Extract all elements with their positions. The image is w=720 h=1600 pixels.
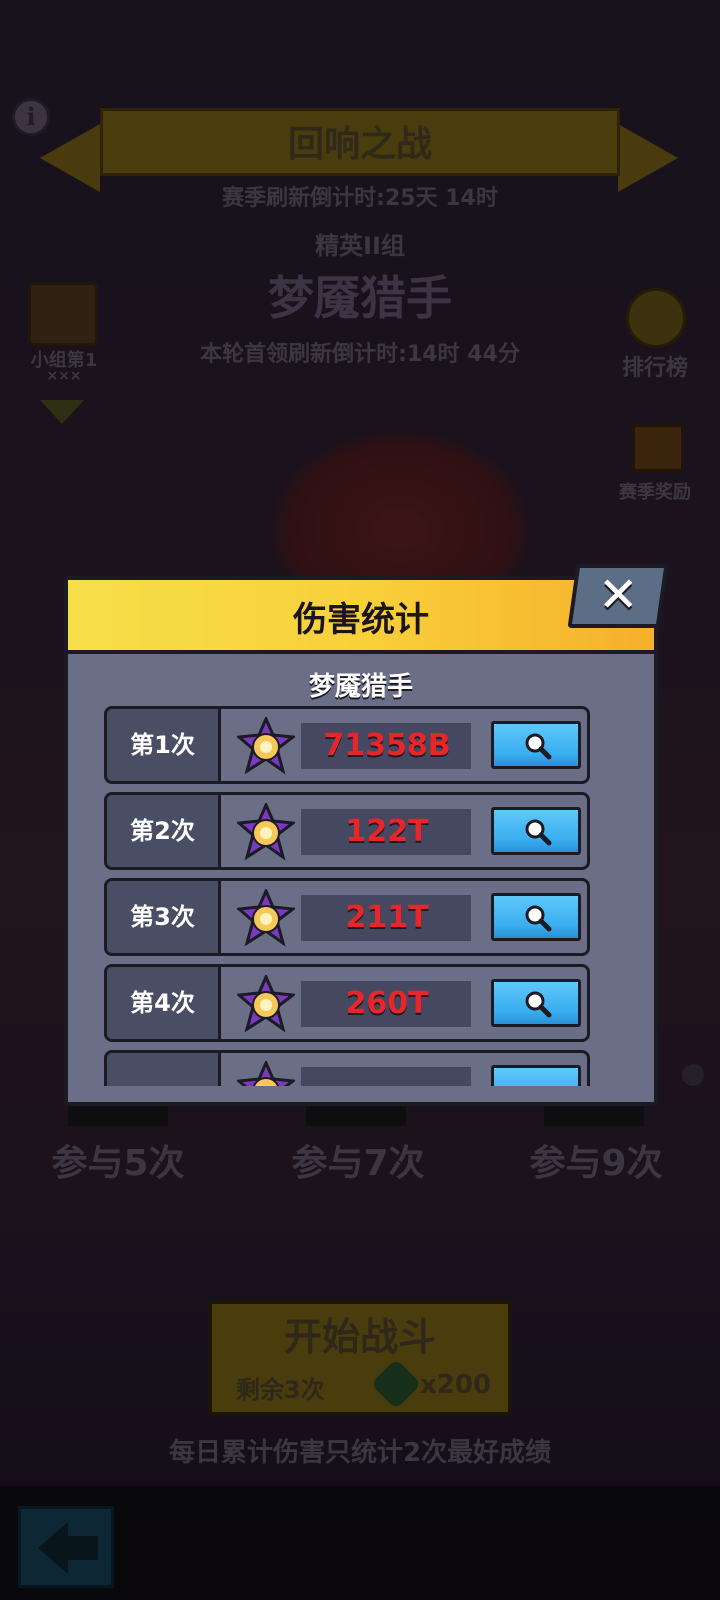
damage-value: 211T xyxy=(345,900,429,935)
close-button[interactable]: ✕ xyxy=(567,564,669,628)
modal-header: 伤害统计 xyxy=(68,580,654,654)
search-icon xyxy=(525,905,552,932)
inspect-button[interactable] xyxy=(491,979,581,1027)
damage-value: 122T xyxy=(345,814,429,849)
damage-stats-modal: 伤害统计 梦魇猎手 第1次 71358B 第2次 122T 第3次 211T 第… xyxy=(64,576,658,1106)
damage-row xyxy=(104,1050,590,1086)
damage-value: 71358B xyxy=(323,728,451,763)
damage-list[interactable]: 第1次 71358B 第2次 122T 第3次 211T 第4次 260T xyxy=(68,706,654,1086)
damage-row: 第1次 71358B xyxy=(104,706,590,784)
row-main: 71358B xyxy=(221,709,587,781)
row-main: 211T xyxy=(221,881,587,953)
attempt-label: 第1次 xyxy=(107,709,221,781)
damage-row: 第4次 260T xyxy=(104,964,590,1042)
attempt-label: 第3次 xyxy=(107,881,221,953)
damage-row: 第3次 211T xyxy=(104,878,590,956)
row-main: 122T xyxy=(221,795,587,867)
search-icon xyxy=(525,991,552,1018)
row-main xyxy=(221,1053,587,1086)
attempt-label xyxy=(107,1053,221,1086)
attempt-label: 第2次 xyxy=(107,795,221,867)
inspect-button[interactable] xyxy=(491,1065,581,1086)
damage-value: 260T xyxy=(345,986,429,1021)
damage-value xyxy=(277,1067,497,1086)
inspect-button[interactable] xyxy=(491,721,581,769)
inspect-button[interactable] xyxy=(491,807,581,855)
row-main: 260T xyxy=(221,967,587,1039)
attempt-label: 第4次 xyxy=(107,967,221,1039)
search-icon xyxy=(525,733,552,760)
inspect-button[interactable] xyxy=(491,893,581,941)
damage-row: 第2次 122T xyxy=(104,792,590,870)
close-icon: ✕ xyxy=(598,567,639,623)
search-icon xyxy=(525,819,552,846)
boss-name: 梦魇猎手 xyxy=(308,672,413,702)
modal-title: 伤害统计 xyxy=(293,600,429,640)
